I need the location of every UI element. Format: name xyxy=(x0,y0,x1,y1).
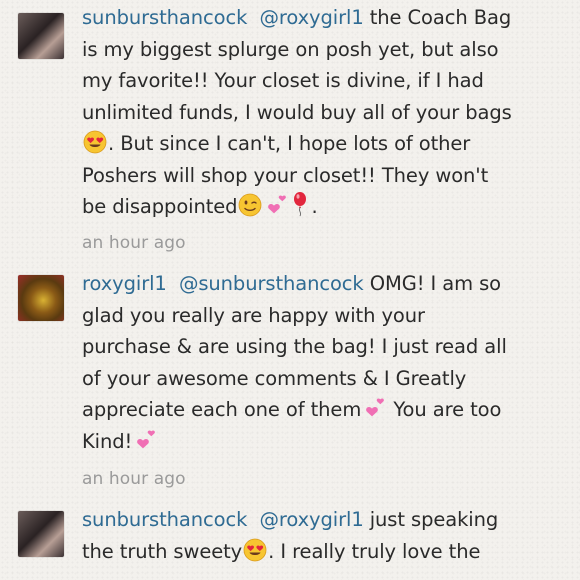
comment-text: Kind! xyxy=(82,429,133,453)
comment-text: is my biggest splurge on posh yet, but a… xyxy=(82,37,499,61)
wink-emoji-icon xyxy=(239,193,262,217)
comment-text: the Coach Bag xyxy=(363,6,512,29)
comment-text: Poshers will shop your closet!! They won… xyxy=(82,163,489,187)
mention-link[interactable]: @roxygirl1 xyxy=(259,6,363,29)
comment-text: just speaking xyxy=(363,508,499,531)
user-avatar[interactable] xyxy=(18,511,64,557)
mention-link[interactable]: @sunbursthancock xyxy=(179,272,364,295)
comment-text: the truth sweety xyxy=(82,539,243,563)
balloon-emoji-icon xyxy=(294,192,307,217)
user-avatar[interactable] xyxy=(18,275,64,321)
comment-body: roxygirl1 @sunbursthancock OMG! I am so … xyxy=(82,268,562,457)
comment-text: of your awesome comments & I Greatly xyxy=(82,366,467,390)
heart-eyes-emoji-icon xyxy=(83,130,107,154)
comment-text: unlimited funds, I would buy all of your… xyxy=(82,100,512,124)
comment-text: You are too xyxy=(387,398,502,421)
comment-text: . But since I can't, I hope lots of othe… xyxy=(108,132,471,155)
comment-text: OMG! I am so xyxy=(363,272,502,295)
two-hearts-emoji-icon xyxy=(366,398,385,417)
two-hearts-emoji-icon xyxy=(137,430,156,448)
username-link[interactable]: sunbursthancock xyxy=(82,508,247,531)
comment-text: be disappointed xyxy=(82,195,238,218)
username-link[interactable]: sunbursthancock xyxy=(82,6,247,29)
comment-text: . I really truly love the xyxy=(268,539,481,563)
user-avatar[interactable] xyxy=(18,13,64,59)
comment-text: purchase & are using the bag! I just rea… xyxy=(82,335,507,358)
comment-text: glad you really are happy with your xyxy=(82,303,425,327)
comment-text: . xyxy=(311,195,318,218)
comment-body: sunbursthancock @roxygirl1 just speaking… xyxy=(82,504,562,567)
username-link[interactable]: roxygirl1 xyxy=(82,272,167,295)
two-hearts-emoji-icon xyxy=(268,195,287,214)
comment-text: my favorite!! Your closet is divine, if … xyxy=(82,69,484,92)
heart-eyes-emoji-icon xyxy=(243,538,267,561)
mention-link[interactable]: @roxygirl1 xyxy=(259,508,363,531)
comment-timestamp: an hour ago xyxy=(82,233,186,253)
comment-body: sunbursthancock @roxygirl1 the Coach Bag… xyxy=(82,2,562,223)
comment-timestamp: an hour ago xyxy=(82,469,186,489)
comment-text: appreciate each one of them xyxy=(82,398,362,421)
